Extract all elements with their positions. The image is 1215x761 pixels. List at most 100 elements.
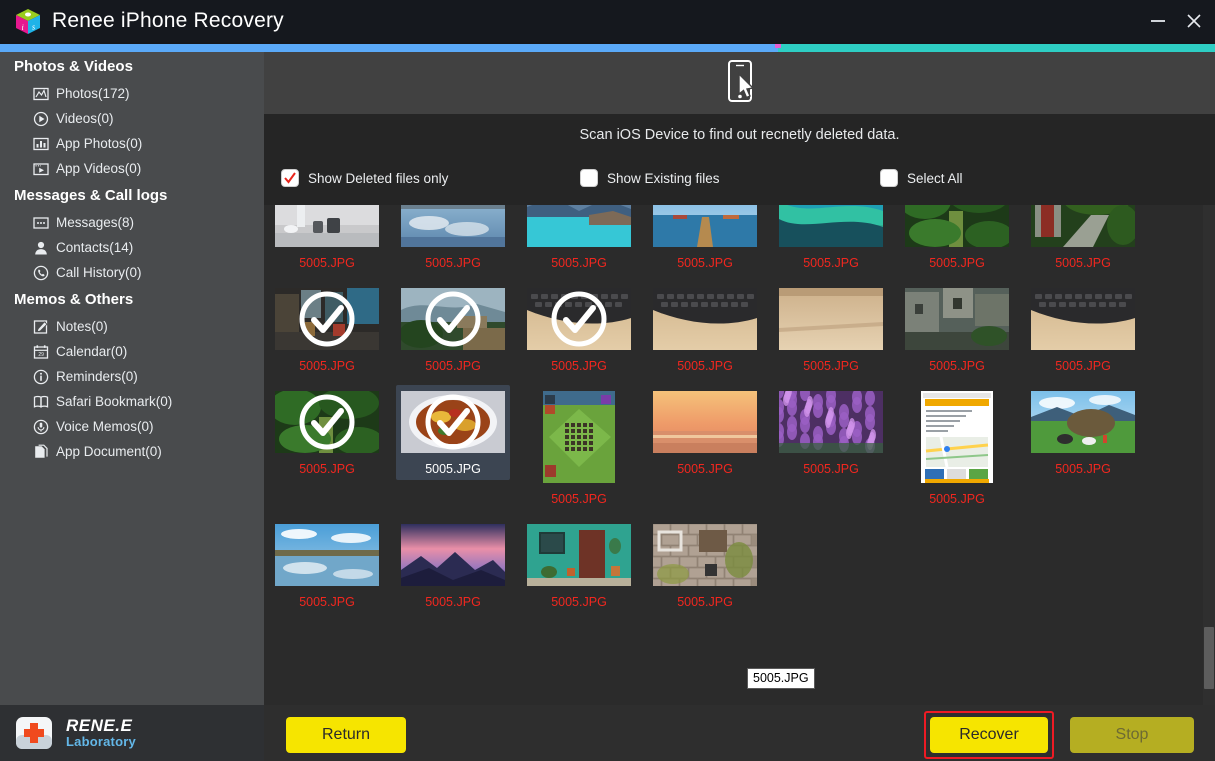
thumbnail-image[interactable] [921,391,993,483]
photo-icon [33,86,49,102]
thumbnail-cell[interactable]: 5005.JPG [390,274,516,377]
thumbnail-image[interactable] [905,288,1009,350]
thumbnail-cell[interactable]: 5005.JPG [264,274,390,377]
thumbnail-cell[interactable]: 5005.JPG [642,205,768,274]
document-icon [33,444,49,460]
thumbnail-image[interactable] [401,524,505,586]
minimize-button[interactable] [1144,8,1172,34]
thumbnail-cell[interactable]: 5005.JPG [264,510,390,613]
thumbnail-filename: 5005.JPG [677,359,733,373]
thumbnail-image[interactable] [1031,205,1135,247]
thumbnail-filename: 5005.JPG [551,359,607,373]
stop-button[interactable]: Stop [1070,717,1194,753]
thumbnail-cell[interactable]: 5005.JPG [894,377,1020,510]
sidebar-item-calendar[interactable]: 29 Calendar(0) [0,339,264,364]
sidebar-item-videos[interactable]: Videos(0) [0,106,264,131]
info-circle-icon [33,369,49,385]
thumbnail-filename: 5005.JPG [425,462,481,476]
thumbnail-image[interactable] [653,391,757,453]
thumbnail-cell[interactable]: 5005.JPG [516,274,642,377]
thumbnail-cell[interactable]: 5005.JPG [1020,205,1146,274]
thumbnail-cell-inner: 5005.JPG [522,282,636,377]
selected-check-icon [297,289,357,349]
sidebar-item-photos[interactable]: Photos(172) [0,81,264,106]
thumbnail-cell[interactable]: 5005.JPG [264,205,390,274]
thumbnail-filename: 5005.JPG [299,359,355,373]
thumbnail-cell[interactable]: 5005.JPG [642,274,768,377]
thumbnail-cell[interactable]: 5005.JPG [1020,377,1146,510]
thumbnail-cell[interactable]: 5005.JPG [894,205,1020,274]
thumbnail-cell[interactable]: 5005.JPG [768,377,894,510]
thumbnail-image[interactable] [275,391,379,453]
svg-text:s: s [32,23,35,32]
thumbnail-image[interactable] [1031,391,1135,453]
thumbnail-image[interactable] [653,288,757,350]
thumbnail-grid-viewport[interactable]: 5005.JPG 5005.JPG 5005.JPG 5005.JPG 5005.JPG… [264,205,1215,708]
sidebar-item-label: Notes(0) [56,319,108,334]
thumbnail-cell-inner: 5005.JPG [900,205,1014,274]
thumbnail-image[interactable] [401,205,505,247]
close-button[interactable] [1180,8,1208,34]
thumbnail-image[interactable] [527,288,631,350]
thumbnail-filename: 5005.JPG [677,462,733,476]
thumbnail-cell[interactable]: 5005.JPG [768,274,894,377]
sidebar-item-app-videos[interactable]: App Videos(0) [0,156,264,181]
checkbox-show-existing-files[interactable]: Show Existing files [580,169,720,187]
thumbnail-cell[interactable]: 5005.JPG [642,510,768,613]
checkbox-show-deleted-files-only[interactable]: Show Deleted files only [281,169,448,187]
checkbox-select-all[interactable]: Select All [880,169,963,187]
thumbnail-cell[interactable]: 5005.JPG [516,205,642,274]
thumbnail-filename: 5005.JPG [929,256,985,270]
sidebar-item-app-photos[interactable]: App Photos(0) [0,131,264,156]
thumbnail-cell-inner: 5005.JPG [270,518,384,613]
sidebar-item-notes[interactable]: Notes(0) [0,314,264,339]
thumbnail-cell[interactable]: 5005.JPG [390,377,516,510]
thumbnail-filename: 5005.JPG [803,462,859,476]
thumbnail-image[interactable] [401,391,505,453]
sidebar-item-contacts[interactable]: Contacts(14) [0,235,264,260]
thumbnail-cell[interactable]: 5005.JPG [516,377,642,510]
person-icon [33,240,49,256]
progress-segment-blue [0,44,778,52]
progress-segment-teal [777,44,1215,52]
thumbnail-cell[interactable]: 5005.JPG [768,205,894,274]
thumbnail-cell[interactable]: 5005.JPG [894,274,1020,377]
thumbnail-filename: 5005.JPG [551,256,607,270]
sidebar-item-reminders[interactable]: Reminders(0) [0,364,264,389]
grid-scrollbar-thumb[interactable] [1204,627,1214,689]
checkbox-box [580,169,598,187]
sidebar-item-call-history[interactable]: Call History(0) [0,260,264,285]
checkbox-label: Show Deleted files only [308,170,449,186]
thumbnail-cell-inner: 5005.JPG [900,385,1014,510]
sidebar-item-app-document[interactable]: App Document(0) [0,439,264,464]
thumbnail-image[interactable] [1031,288,1135,350]
thumbnail-image[interactable] [543,391,615,483]
thumbnail-cell[interactable]: 5005.JPG [1020,274,1146,377]
sidebar-item-messages[interactable]: Messages(8) [0,210,264,235]
thumbnail-image[interactable] [653,524,757,586]
microphone-circle-icon [33,419,49,435]
thumbnail-image[interactable] [779,288,883,350]
thumbnail-image[interactable] [401,288,505,350]
thumbnail-image[interactable] [779,391,883,453]
recover-button[interactable]: Recover [930,717,1048,753]
sidebar-item-safari-bookmark[interactable]: Safari Bookmark(0) [0,389,264,414]
sidebar-item-voice-memos[interactable]: Voice Memos(0) [0,414,264,439]
thumbnail-cell[interactable]: 5005.JPG [390,205,516,274]
thumbnail-cell[interactable]: 5005.JPG [642,377,768,510]
thumbnail-cell[interactable]: 5005.JPG [264,377,390,510]
grid-scrollbar[interactable] [1203,205,1215,708]
thumbnail-image[interactable] [275,205,379,247]
thumbnail-image[interactable] [905,205,1009,247]
thumbnail-image[interactable] [275,524,379,586]
return-button[interactable]: Return [286,717,406,753]
thumbnail-image[interactable] [779,205,883,247]
thumbnail-cell-inner: 5005.JPG [270,205,384,274]
sidebar-item-label: Reminders(0) [56,369,138,384]
thumbnail-image[interactable] [653,205,757,247]
thumbnail-image[interactable] [275,288,379,350]
thumbnail-image[interactable] [527,524,631,586]
thumbnail-cell[interactable]: 5005.JPG [390,510,516,613]
thumbnail-image[interactable] [527,205,631,247]
thumbnail-cell[interactable]: 5005.JPG [516,510,642,613]
